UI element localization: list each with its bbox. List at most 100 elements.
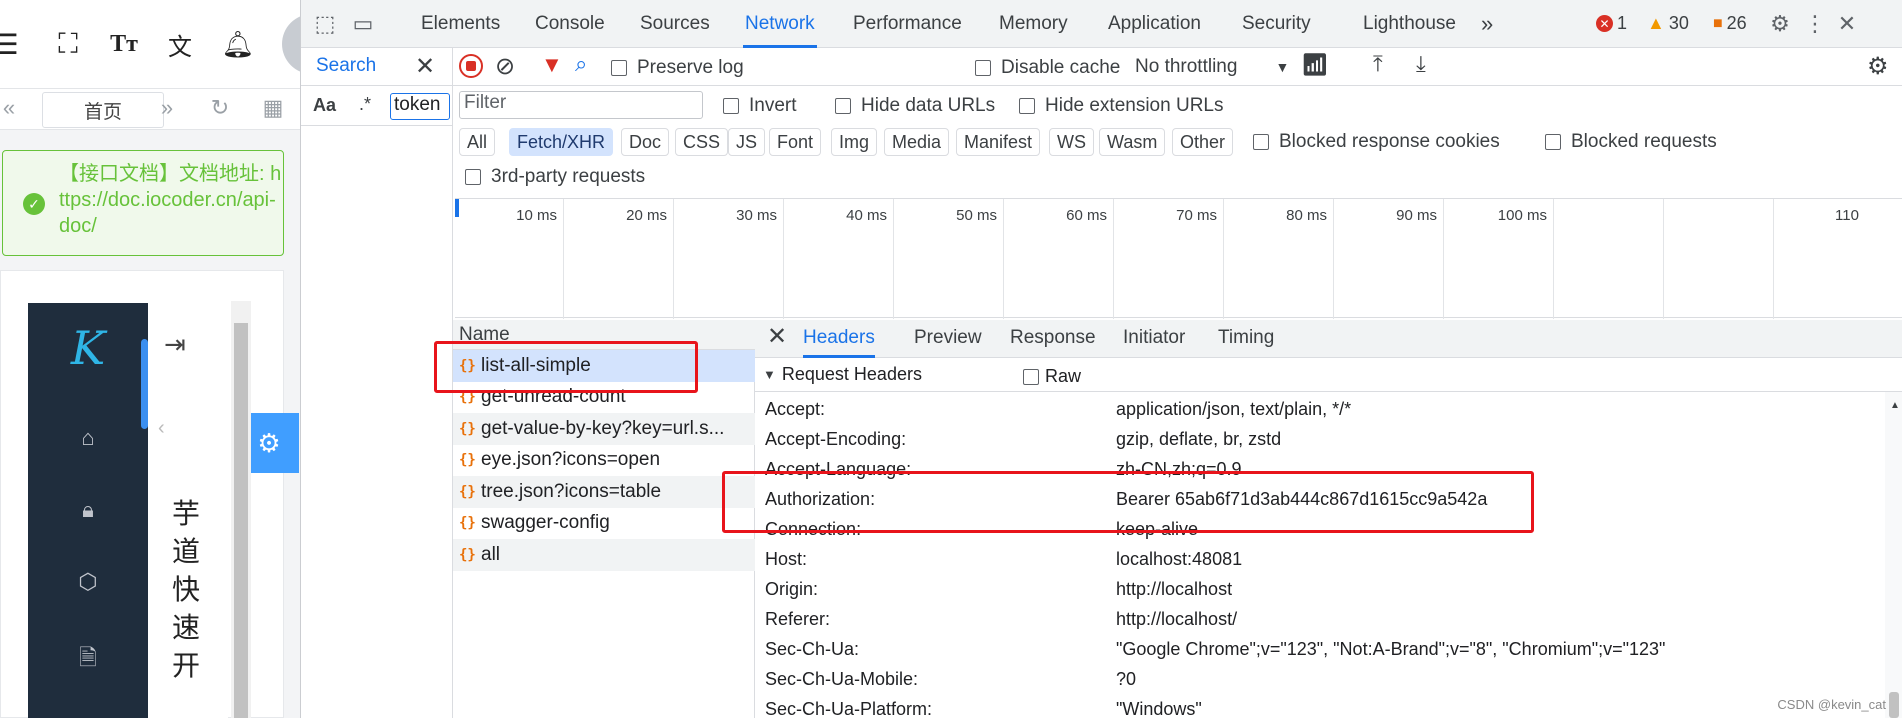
checkbox[interactable] <box>723 98 739 114</box>
tab-lighthouse[interactable]: Lighthouse <box>1361 0 1458 48</box>
checkbox[interactable] <box>1253 134 1269 150</box>
hide-extension-urls-checkbox[interactable]: Hide extension URLs <box>1019 95 1223 117</box>
document-gear-icon[interactable]: 🗎 <box>28 641 148 679</box>
tabs-scroll-left-icon[interactable]: « <box>0 95 24 121</box>
match-case-toggle[interactable]: Aa <box>313 95 336 116</box>
export-har-icon[interactable]: ⤓ <box>1416 51 1426 77</box>
tab-home[interactable]: 首页 <box>42 92 164 128</box>
type-doc[interactable]: Doc <box>621 128 670 156</box>
chevron-left-icon[interactable]: ‹ <box>158 417 165 440</box>
close-search-icon[interactable]: ✕ <box>415 52 435 81</box>
disable-cache-checkbox[interactable]: Disable cache <box>975 57 1120 79</box>
inspect-element-icon[interactable]: ⬚ <box>311 10 339 38</box>
record-stop-icon[interactable] <box>459 54 483 78</box>
request-row[interactable]: {} get-value-by-key?key=url.s... <box>453 413 755 445</box>
font-size-icon[interactable]: Tт <box>104 24 144 64</box>
type-fetch-xhr[interactable]: Fetch/XHR <box>509 128 614 156</box>
refresh-icon[interactable]: ↻ <box>205 95 235 121</box>
tab-initiator[interactable]: Initiator <box>1123 320 1185 358</box>
fullscreen-icon[interactable]: ⛶ <box>48 24 88 64</box>
tab-console[interactable]: Console <box>533 0 607 48</box>
timeline-overview[interactable]: 10 ms 20 ms 30 ms 40 ms 50 ms 60 ms 70 m… <box>455 198 1902 319</box>
tab-network[interactable]: Network <box>743 0 817 48</box>
request-row[interactable]: {} all <box>453 539 755 571</box>
checkbox[interactable] <box>611 60 627 76</box>
tabs-scroll-right-icon[interactable]: » <box>152 95 182 121</box>
request-row[interactable]: {} eye.json?icons=open <box>453 445 755 477</box>
tab-headers[interactable]: Headers <box>803 320 875 358</box>
tab-memory[interactable]: Memory <box>997 0 1070 48</box>
tab-preview[interactable]: Preview <box>914 320 982 358</box>
type-js[interactable]: JS <box>728 128 766 156</box>
checkbox[interactable] <box>1019 98 1035 114</box>
bell-icon[interactable]: 🔔︎ <box>218 24 258 64</box>
tab-application[interactable]: Application <box>1106 0 1203 48</box>
error-badge[interactable]: ✕ 1 <box>1596 13 1627 34</box>
tab-timing[interactable]: Timing <box>1218 320 1274 358</box>
settings-gear-icon[interactable]: ⚙ <box>1766 10 1794 38</box>
search-title[interactable]: Search <box>316 55 376 77</box>
type-css[interactable]: CSS <box>675 128 729 156</box>
type-manifest[interactable]: Manifest <box>956 128 1041 156</box>
filter-input[interactable]: Filter <box>459 91 703 119</box>
device-toolbar-icon[interactable]: ▭ <box>349 10 377 38</box>
checkbox[interactable] <box>835 98 851 114</box>
checkbox[interactable] <box>1545 134 1561 150</box>
issues-badge[interactable]: ■ 26 <box>1713 13 1747 34</box>
avatar[interactable] <box>282 14 300 74</box>
filter-icon[interactable]: ▼ <box>541 52 563 78</box>
details-scrollbar[interactable]: ▲ <box>1885 392 1902 718</box>
type-wasm[interactable]: Wasm <box>1099 128 1166 156</box>
third-party-checkbox[interactable]: 3rd-party requests <box>465 166 645 188</box>
preview-scroll-thumb[interactable] <box>234 323 248 718</box>
sidebar-scroll-thumb[interactable] <box>141 339 148 429</box>
preview-scrollbar[interactable] <box>231 301 251 718</box>
checkbox[interactable] <box>1023 368 1039 385</box>
menu-collapse-icon[interactable]: ☰ <box>0 24 26 64</box>
regex-toggle[interactable]: .* <box>359 94 371 115</box>
grid-icon[interactable]: ▦ <box>258 95 288 121</box>
tab-security[interactable]: Security <box>1240 0 1313 48</box>
raw-checkbox[interactable]: Raw <box>1023 366 1081 387</box>
type-img[interactable]: Img <box>831 128 878 156</box>
translate-icon[interactable]: 文 <box>160 24 200 64</box>
tab-elements[interactable]: Elements <box>419 0 502 48</box>
blocked-requests-checkbox[interactable]: Blocked requests <box>1545 131 1717 153</box>
close-details-icon[interactable]: ✕ <box>767 322 787 351</box>
home-icon[interactable]: ⌂ <box>28 425 148 451</box>
invert-checkbox[interactable]: Invert <box>723 95 797 117</box>
hide-data-urls-checkbox[interactable]: Hide data URLs <box>835 95 995 117</box>
request-row[interactable]: {} swagger-config <box>453 508 755 540</box>
request-row[interactable]: {} tree.json?icons=table <box>453 476 755 508</box>
tab-performance[interactable]: Performance <box>851 0 964 48</box>
request-headers-toggle[interactable]: ▼ Request Headers <box>763 364 922 385</box>
search-input[interactable]: token <box>390 93 450 120</box>
clear-icon[interactable]: ⊘ <box>495 52 515 81</box>
type-all[interactable]: All <box>459 128 496 156</box>
cube-icon[interactable]: ⬡ <box>28 569 148 595</box>
more-tabs-icon[interactable]: » <box>1479 0 1495 48</box>
lock-icon[interactable]: 🔒︎ <box>28 497 148 523</box>
warning-badge[interactable]: ▲ 30 <box>1647 13 1689 34</box>
type-media[interactable]: Media <box>884 128 950 156</box>
type-font[interactable]: Font <box>769 128 822 156</box>
checkbox[interactable] <box>975 60 991 76</box>
throttling-select[interactable]: No throttling ▼ <box>1135 56 1289 78</box>
preserve-log-checkbox[interactable]: Preserve log <box>611 57 744 79</box>
import-har-icon[interactable]: ⤒ <box>1373 51 1383 77</box>
network-conditions-icon[interactable]: 📶︎ <box>1301 52 1329 78</box>
network-settings-icon[interactable]: ⚙ <box>1867 52 1889 81</box>
type-ws[interactable]: WS <box>1049 128 1094 156</box>
type-other[interactable]: Other <box>1172 128 1234 156</box>
scroll-up-icon[interactable]: ▲ <box>1890 400 1900 411</box>
search-icon[interactable]: ⌕ <box>575 51 587 77</box>
checkbox[interactable] <box>465 169 481 185</box>
indent-icon[interactable]: ⇥ <box>164 329 186 360</box>
details-scroll-thumb[interactable] <box>1889 692 1899 718</box>
close-devtools-icon[interactable]: ✕ <box>1833 10 1861 38</box>
kebab-menu-icon[interactable]: ⋮ <box>1801 10 1829 38</box>
tab-response[interactable]: Response <box>1010 320 1096 358</box>
notice-text[interactable]: 【接口文档】文档地址: https://doc.iocoder.cn/api-d… <box>59 161 284 239</box>
tab-sources[interactable]: Sources <box>638 0 712 48</box>
blocked-response-cookies-checkbox[interactable]: Blocked response cookies <box>1253 131 1500 153</box>
